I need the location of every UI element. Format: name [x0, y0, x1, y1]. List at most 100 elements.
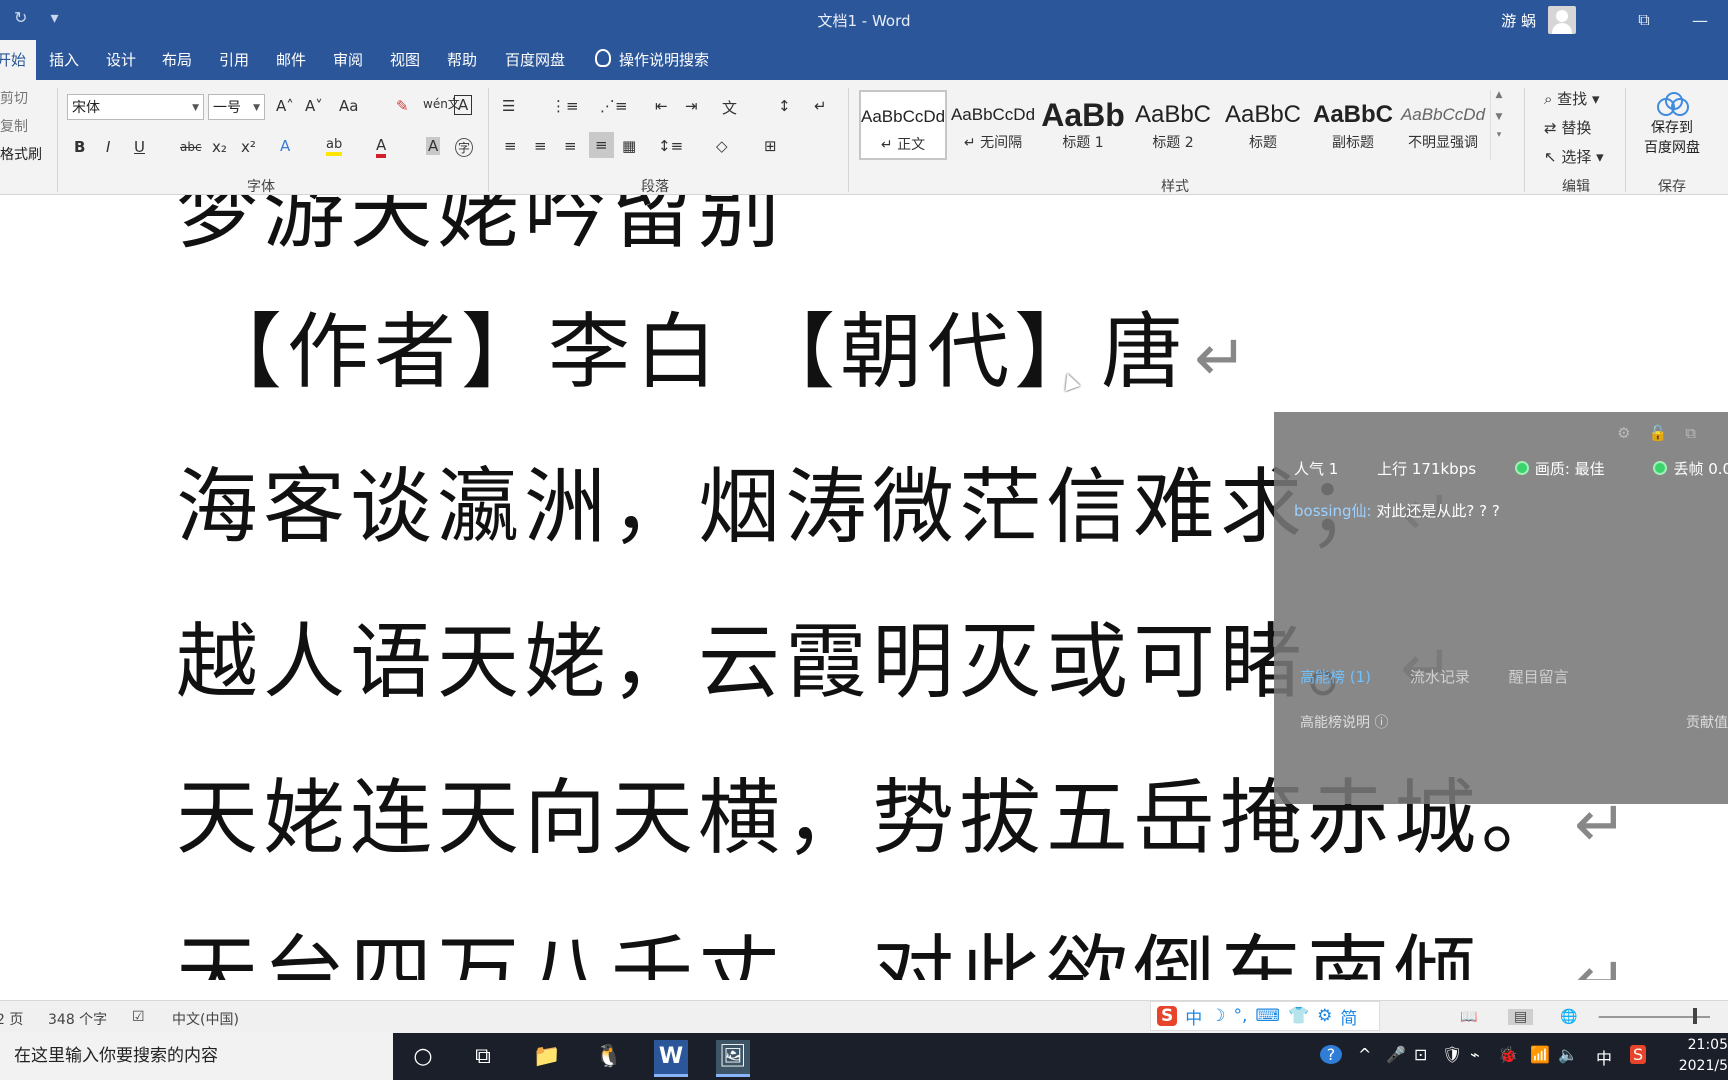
highlight-color-icon[interactable]: ab	[326, 137, 343, 156]
shading-icon[interactable]: ◇	[716, 137, 728, 155]
superscript-button[interactable]: x²	[241, 138, 256, 156]
multilevel-list-icon[interactable]: ⋰≡	[600, 97, 628, 115]
tab-energy-rank[interactable]: 高能榜 (1)	[1300, 668, 1371, 686]
read-mode-icon[interactable]: 📖	[1460, 1009, 1477, 1025]
align-left-icon[interactable]: ≡	[504, 137, 517, 155]
sogou-logo-icon[interactable]: S	[1157, 1006, 1178, 1026]
settings-icon[interactable]: ⚙	[1617, 424, 1648, 442]
input-language-indicator[interactable]: 中	[1596, 1045, 1612, 1069]
doc-line-4[interactable]: 越人语天姥，云霞明灭或可睹。↵	[176, 595, 1459, 714]
save-to-baidu-button[interactable]: 保存到 百度网盘	[1640, 92, 1704, 158]
cut-button[interactable]: 剪切	[0, 88, 28, 108]
volume-icon[interactable]: 🔈	[1558, 1045, 1578, 1064]
sogou-tray-icon[interactable]: S	[1630, 1045, 1647, 1064]
ime-punct-icon[interactable]: °,	[1234, 1006, 1248, 1026]
style-item[interactable]: AaBb 标题 1	[1039, 90, 1127, 160]
change-case-icon[interactable]: Aa	[339, 97, 358, 115]
styles-gallery-scroll[interactable]: ▲ ▼ ▾	[1490, 90, 1507, 160]
doc-line-3[interactable]: 海客谈瀛洲，烟涛微茫信难求；↵	[176, 440, 1459, 559]
style-item[interactable]: AaBbC 标题	[1219, 90, 1307, 160]
align-right-icon[interactable]: ≡	[564, 137, 577, 155]
clear-formatting-icon[interactable]: ✎	[396, 97, 409, 115]
style-item[interactable]: AaBbC 副标题	[1309, 90, 1397, 160]
text-effects-icon[interactable]: A	[280, 137, 290, 155]
zoom-slider-thumb[interactable]	[1693, 1008, 1697, 1024]
chevron-down-icon[interactable]: ▼	[1491, 112, 1507, 122]
bullets-icon[interactable]: ☰	[502, 97, 515, 115]
tab-design[interactable]: 设计	[106, 40, 136, 80]
distributed-icon[interactable]: ▦	[622, 137, 636, 155]
photo-app-icon[interactable]: 🖼	[716, 1040, 750, 1077]
replace-button[interactable]: ⇄ 替换	[1544, 117, 1591, 138]
enclose-characters-icon[interactable]: 字	[455, 138, 474, 157]
show-hidden-icons-icon[interactable]: ^	[1358, 1045, 1371, 1064]
strikethrough-button[interactable]: abc	[180, 140, 202, 154]
character-border-icon[interactable]: A	[454, 95, 473, 115]
character-shading-icon[interactable]: A	[426, 137, 441, 155]
language-indicator[interactable]: 中文(中国)	[172, 1009, 239, 1029]
font-name-select[interactable]: 宋体 ▼	[67, 94, 204, 120]
live-stream-panel[interactable]: ⚙🔓⧉ 人气 1 上行 171kbps 画质: 最佳 丢帧 0.0% bossi…	[1274, 412, 1728, 804]
ime-keyboard-icon[interactable]: ⌨	[1255, 1006, 1280, 1026]
format-painter-button[interactable]: 格式刷	[0, 144, 42, 164]
popout-icon[interactable]: ⧉	[1685, 424, 1714, 442]
energy-rank-help-link[interactable]: 高能榜说明 ⓘ	[1300, 715, 1388, 731]
underline-button[interactable]: U	[134, 138, 145, 156]
doc-line-1[interactable]: 梦游天姥吟留别	[176, 195, 785, 264]
user-name[interactable]: 游 蜗	[1501, 10, 1536, 31]
chinese-layout-icon[interactable]: 文	[722, 97, 737, 118]
ime-toolbar[interactable]: S 中 ☽ °, ⌨ 👕 ⚙ 简	[1150, 1001, 1380, 1031]
show-marks-icon[interactable]: ↵	[814, 97, 827, 115]
file-explorer-icon[interactable]: 📁	[530, 1040, 564, 1074]
grow-font-icon[interactable]: A˄	[276, 97, 294, 115]
italic-button[interactable]: I	[106, 138, 110, 156]
tray-app-icon[interactable]: ⊡	[1414, 1045, 1427, 1064]
more-styles-icon[interactable]: ▾	[1491, 130, 1507, 140]
print-layout-icon[interactable]: ▤	[1508, 1009, 1534, 1025]
tab-view[interactable]: 视图	[390, 40, 420, 80]
tab-super-chat[interactable]: 醒目留言	[1509, 668, 1569, 686]
subscript-button[interactable]: x₂	[212, 138, 227, 156]
page-count[interactable]: 2 页	[0, 1009, 23, 1029]
lock-icon[interactable]: 🔓	[1649, 424, 1686, 442]
cortana-icon[interactable]: ○	[406, 1040, 440, 1074]
wifi-icon[interactable]: 📶	[1530, 1045, 1550, 1064]
proofing-icon[interactable]: ☑	[132, 1009, 145, 1025]
help-icon[interactable]: ?	[1320, 1045, 1342, 1064]
find-button[interactable]: ⌕ 查找 ▾	[1544, 88, 1600, 109]
decrease-indent-icon[interactable]: ⇤	[655, 97, 668, 115]
qq-icon[interactable]: 🐧	[592, 1040, 626, 1074]
doc-line-2[interactable]: 【作者】李白 【朝代】唐↵	[200, 285, 1253, 404]
tab-references[interactable]: 引用	[219, 40, 249, 80]
chevron-up-icon[interactable]: ▲	[1491, 90, 1507, 100]
task-view-icon[interactable]: ⧉	[466, 1040, 500, 1074]
word-icon[interactable]: W	[654, 1040, 688, 1077]
security-shield-icon[interactable]: 🛡	[1442, 1045, 1462, 1064]
align-center-icon[interactable]: ≡	[534, 137, 547, 155]
bug-icon[interactable]: 🐞	[1498, 1045, 1518, 1064]
tell-me-search[interactable]: 操作说明搜索	[595, 40, 709, 80]
select-button[interactable]: ↖ 选择 ▾	[1544, 146, 1604, 167]
doc-line-6[interactable]: 天台四万八千丈，对此欲倒东南倾。↵	[176, 907, 1633, 980]
tab-insert[interactable]: 插入	[49, 40, 79, 80]
minimize-button[interactable]: —	[1672, 11, 1728, 30]
avatar[interactable]	[1548, 6, 1576, 34]
microphone-icon[interactable]: 🎤	[1386, 1045, 1406, 1064]
tab-review[interactable]: 审阅	[333, 40, 363, 80]
style-item[interactable]: AaBbCcDd ↵ 无间隔	[949, 90, 1037, 160]
borders-icon[interactable]: ⊞	[764, 137, 777, 155]
ime-skin-icon[interactable]: 👕	[1288, 1006, 1309, 1026]
font-size-select[interactable]: 一号 ▼	[208, 94, 265, 120]
style-item[interactable]: AaBbCcDd ↵ 正文	[859, 90, 947, 160]
word-count[interactable]: 348 个字	[48, 1009, 107, 1029]
shrink-font-icon[interactable]: A˅	[305, 97, 323, 115]
system-clock[interactable]: 21:05 2021/5	[1672, 1035, 1728, 1077]
bold-button[interactable]: B	[74, 138, 85, 156]
line-spacing-icon[interactable]: ↕≡	[658, 137, 683, 155]
web-layout-icon[interactable]: 🌐	[1560, 1009, 1577, 1025]
ime-mode-icon[interactable]: 中	[1185, 1004, 1202, 1029]
battery-icon[interactable]: ⌁	[1470, 1045, 1480, 1064]
increase-indent-icon[interactable]: ⇥	[685, 97, 698, 115]
ribbon-display-options-icon[interactable]: ⧉	[1616, 10, 1672, 30]
tab-baidu-netdisk[interactable]: 百度网盘	[505, 40, 565, 80]
